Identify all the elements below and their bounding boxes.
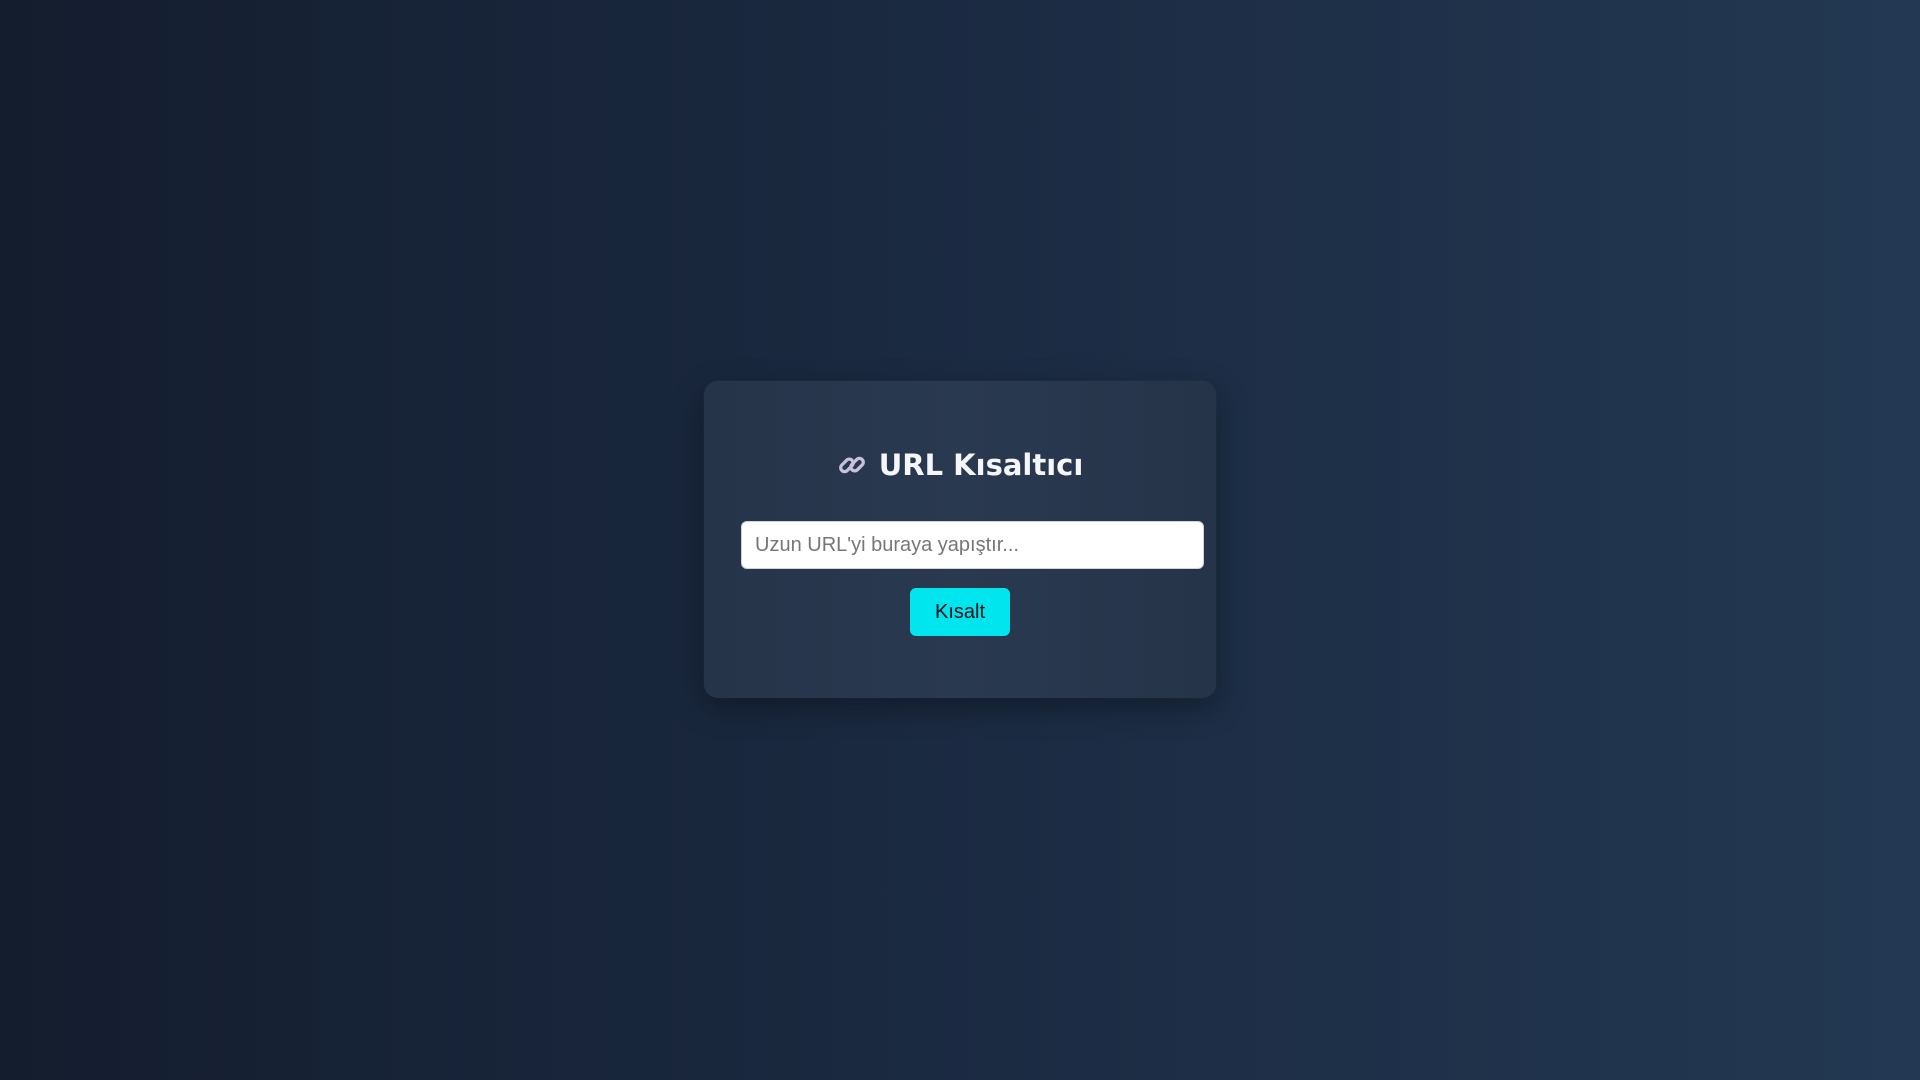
shorten-button[interactable]: Kısalt xyxy=(910,588,1010,636)
page-title-text: URL Kısaltıcı xyxy=(878,448,1084,482)
page-title: URL Kısaltıcı xyxy=(704,445,1216,485)
url-shortener-card: URL Kısaltıcı Kısalt xyxy=(704,381,1216,698)
url-input[interactable] xyxy=(741,521,1204,569)
link-icon xyxy=(838,456,865,474)
